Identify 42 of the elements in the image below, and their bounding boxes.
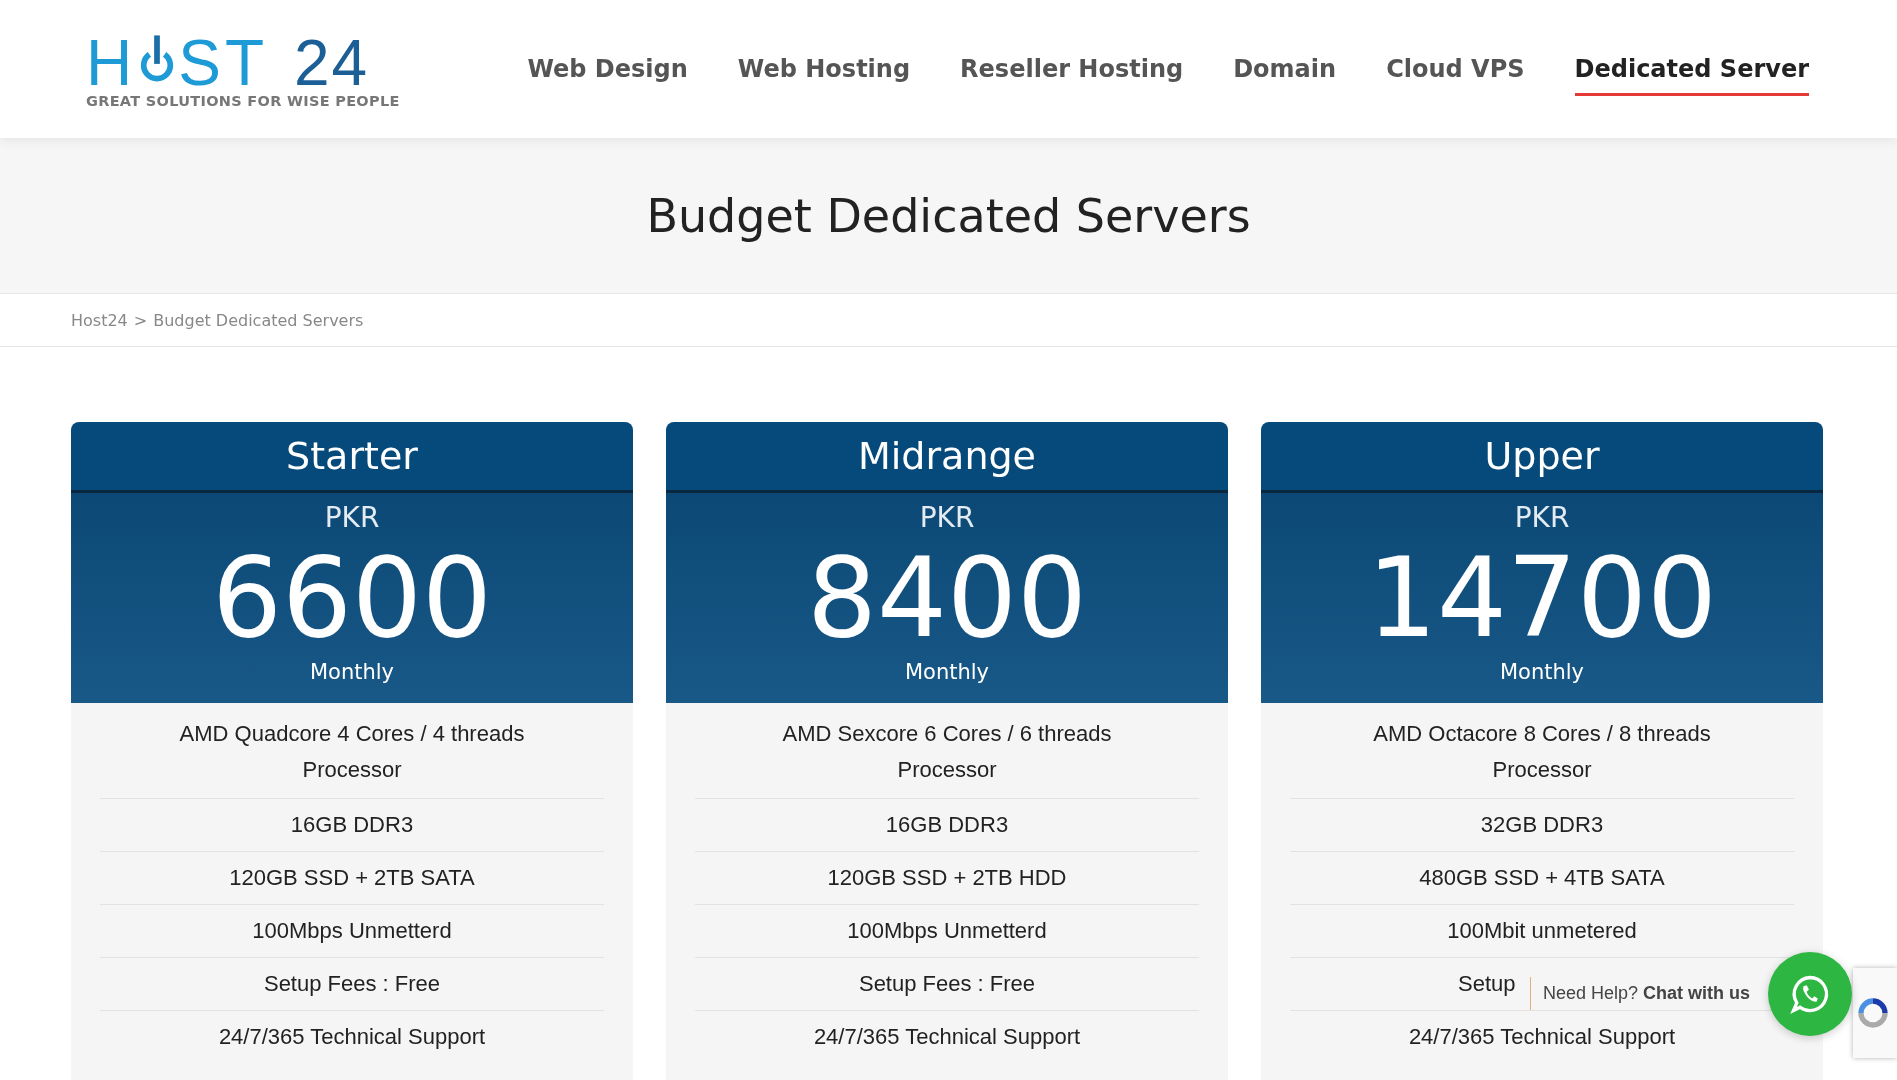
plan-name: Starter	[286, 434, 418, 478]
plan-feature: 24/7/365 Technical Support	[1407, 1023, 1677, 1051]
nav-link[interactable]: Domain	[1233, 42, 1337, 96]
billing-period: Monthly	[1499, 660, 1585, 684]
logo-tagline: GREAT SOLUTIONS FOR WISE PEOPLE	[86, 93, 400, 109]
plan-feature: 24/7/365 Technical Support	[812, 1023, 1082, 1051]
plan-feature: 120GB SSD + 2TB HDD	[695, 852, 1199, 905]
plan-price: 6600	[212, 538, 492, 658]
breadcrumb-link[interactable]: Host24	[71, 310, 128, 330]
plan-feature: 24/7/365 Technical Support	[217, 1023, 487, 1051]
breadcrumb-separator: >	[133, 310, 148, 330]
plan-name: Upper	[1484, 434, 1600, 478]
plan-feature: 100Mbps Unmetterd	[695, 905, 1199, 958]
breadcrumb-current: Budget Dedicated Servers	[153, 310, 364, 330]
plan-feature: Setup Fees : Free	[100, 958, 604, 1011]
currency: PKR	[324, 501, 380, 534]
plan-price: 14700	[1367, 538, 1717, 658]
plan-feature: 100Mbit unmetered	[1290, 905, 1794, 958]
plan-feature: 100Mbps Unmetterd	[100, 905, 604, 958]
plan-feature: 480GB SSD + 4TB SATA	[1290, 852, 1794, 905]
plan-feature: 32GB DDR3	[1290, 799, 1794, 852]
plan-name: Midrange	[858, 434, 1036, 478]
plan-feature: Setup Fees : Free	[695, 958, 1199, 1011]
plan-feature: 16GB DDR3	[100, 799, 604, 852]
nav-link[interactable]: Web Design	[527, 42, 688, 96]
plan-feature: AMD Octacore 8 Cores / 8 threads Processor	[1290, 713, 1794, 799]
currency: PKR	[1514, 501, 1570, 534]
nav-link[interactable]: Reseller Hosting	[960, 42, 1184, 96]
billing-period: Monthly	[904, 660, 990, 684]
plan-feature: 120GB SSD + 2TB SATA	[100, 852, 604, 905]
plan-feature: AMD Sexcore 6 Cores / 6 threads Processor	[695, 713, 1199, 799]
plan-price: 8400	[807, 538, 1087, 658]
plan-feature: 16GB DDR3	[695, 799, 1199, 852]
nav-link[interactable]: Dedicated Server	[1574, 42, 1809, 96]
logo-number[interactable]: 24	[294, 37, 370, 89]
plan-feature: AMD Quadcore 4 Cores / 4 threads Processor	[100, 713, 604, 799]
currency: PKR	[919, 501, 975, 534]
recaptcha-badge[interactable]	[1853, 968, 1897, 1058]
billing-period: Monthly	[309, 660, 395, 684]
nav-link[interactable]: Web Hosting	[737, 42, 911, 96]
page-title: Budget Dedicated Servers	[646, 188, 1251, 243]
nav-link[interactable]: Cloud VPS	[1386, 42, 1525, 96]
